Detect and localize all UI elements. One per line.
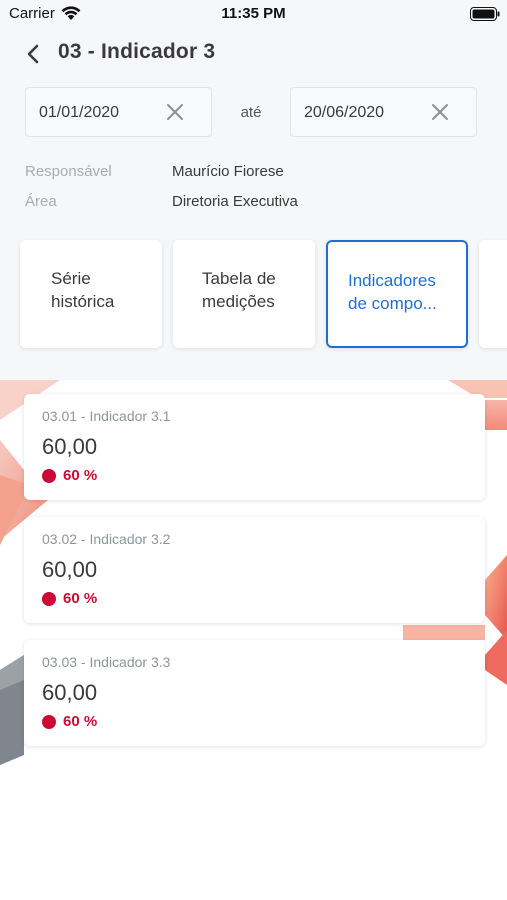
tab-component-indicators[interactable]: Indicadores de compo... — [326, 240, 468, 348]
tab-component-indicators-label: Indicadores de compo... — [348, 271, 437, 313]
indicator-card[interactable]: 03.01 - Indicador 3.1 60,00 60 % — [24, 394, 485, 500]
status-bar: Carrier 11:35 PM — [0, 0, 507, 28]
indicator-name: 03.02 - Indicador 3.2 — [42, 531, 171, 547]
responsible-label: Responsável — [25, 163, 112, 180]
indicator-card[interactable]: 03.03 - Indicador 3.3 60,00 60 % — [24, 640, 485, 746]
clear-start-date-icon[interactable] — [165, 102, 185, 122]
area-label: Área — [25, 193, 57, 210]
battery-icon — [470, 7, 500, 21]
indicator-value: 60,00 — [42, 680, 98, 705]
indicator-name: 03.01 - Indicador 3.1 — [42, 408, 171, 424]
area-value: Diretoria Executiva — [172, 193, 298, 210]
tab-historical-series[interactable]: Série histórica — [20, 240, 162, 348]
indicator-percent: 60 % — [63, 467, 98, 484]
start-date-value: 01/01/2020 — [39, 104, 120, 121]
indicator-value: 60,00 — [42, 557, 98, 582]
status-dot-icon — [42, 715, 56, 729]
tab-partial-next[interactable] — [479, 240, 507, 348]
end-date-value: 20/06/2020 — [304, 104, 385, 121]
date-separator: até — [240, 104, 262, 121]
indicator-card[interactable]: 03.02 - Indicador 3.2 60,00 60 % — [24, 517, 485, 623]
back-button[interactable] — [20, 40, 46, 68]
indicator-percent: 60 % — [63, 713, 98, 730]
indicator-name: 03.03 - Indicador 3.3 — [42, 654, 171, 670]
status-dot-icon — [42, 592, 56, 606]
screen: Carrier 11:35 PM 03 - Indicador 3 01/01/… — [0, 0, 507, 900]
tab-measurements-table[interactable]: Tabela de medições — [173, 240, 315, 348]
responsible-value: Maurício Fiorese — [172, 163, 284, 180]
tab-historical-series-label: Série histórica — [51, 269, 115, 311]
indicator-percent: 60 % — [63, 590, 98, 607]
clear-end-date-icon[interactable] — [430, 102, 450, 122]
status-dot-icon — [42, 469, 56, 483]
start-date-field[interactable]: 01/01/2020 — [25, 87, 212, 137]
indicator-value: 60,00 — [42, 434, 98, 459]
end-date-field[interactable]: 20/06/2020 — [290, 87, 477, 137]
clock: 11:35 PM — [221, 5, 286, 22]
page-title: 03 - Indicador 3 — [58, 40, 216, 63]
tab-measurements-table-label: Tabela de medições — [202, 269, 276, 311]
